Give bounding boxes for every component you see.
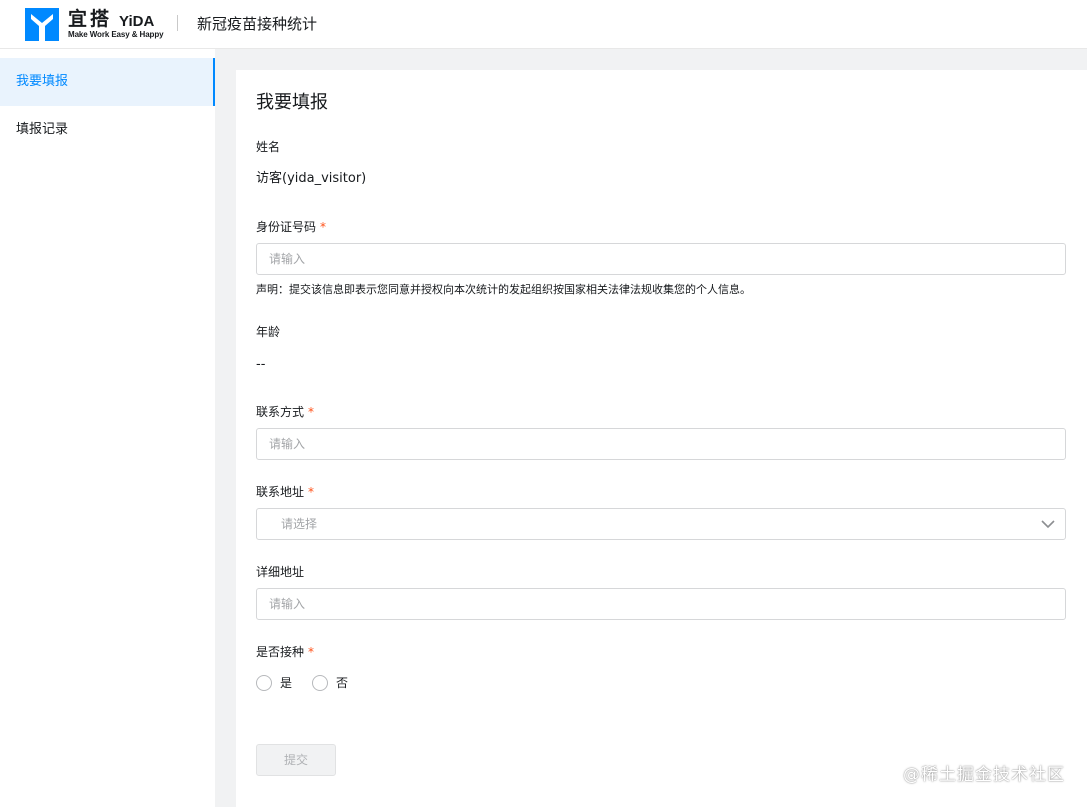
submit-button[interactable]: 提交: [256, 744, 336, 776]
name-value: 访客(yida_visitor): [256, 171, 367, 186]
required-mark: *: [308, 645, 315, 659]
contact-input[interactable]: [256, 428, 1066, 460]
age-label: 年龄: [256, 325, 281, 339]
radio-circle[interactable]: [256, 675, 272, 691]
sidebar-item-fill-report[interactable]: 我要填报: [0, 58, 215, 106]
id-number-label-text: 身份证号码: [256, 220, 317, 234]
app-title: 新冠疫苗接种统计: [197, 15, 318, 33]
id-number-input[interactable]: [256, 243, 1066, 275]
sidebar-item-report-history[interactable]: 填报记录: [0, 106, 215, 154]
app-header: 宜搭 YiDA Make Work Easy & Happy 新冠疫苗接种统计: [0, 0, 1087, 49]
brand-name-cn: 宜搭: [68, 8, 113, 30]
page-title: 我要填报: [256, 92, 328, 113]
address-select[interactable]: 请选择: [256, 508, 1066, 540]
brand-name-en: YiDA: [119, 13, 155, 30]
yida-logo-icon: [25, 8, 59, 41]
vaccinated-label: 是否接种 *: [256, 644, 314, 660]
vaccinated-label-text: 是否接种: [256, 645, 305, 659]
required-mark: *: [308, 405, 315, 419]
required-mark: *: [308, 485, 315, 499]
radio-label-yes: 是: [280, 676, 293, 690]
contact-label: 联系方式 *: [256, 404, 314, 420]
detail-address-label: 详细地址: [256, 565, 305, 579]
id-number-label: 身份证号码 *: [256, 219, 326, 235]
address-label: 联系地址 *: [256, 484, 314, 500]
header-divider: [177, 15, 178, 31]
sidebar: 我要填报 填报记录: [0, 49, 215, 807]
form-card: 我要填报 姓名 访客(yida_visitor) 身份证号码* 声明：提交该信息…: [236, 70, 1087, 807]
contact-label-text: 联系方式: [256, 405, 305, 419]
watermark: @稀土掘金技术社区: [903, 765, 1065, 785]
radio-label-no: 否: [336, 676, 349, 690]
age-value: --: [256, 357, 266, 372]
address-label-text: 联系地址: [256, 485, 305, 499]
radio-circle[interactable]: [312, 675, 328, 691]
privacy-notice: 声明：提交该信息即表示您同意并授权向本次统计的发起组织按国家相关法律法规收集您的…: [256, 283, 751, 296]
chevron-down-icon: [1041, 520, 1055, 529]
brand-tagline: Make Work Easy & Happy: [68, 30, 164, 39]
address-select-placeholder: 请选择: [281, 517, 318, 531]
required-mark: *: [320, 220, 327, 234]
detail-address-input[interactable]: [256, 588, 1066, 620]
name-label: 姓名: [256, 140, 281, 154]
